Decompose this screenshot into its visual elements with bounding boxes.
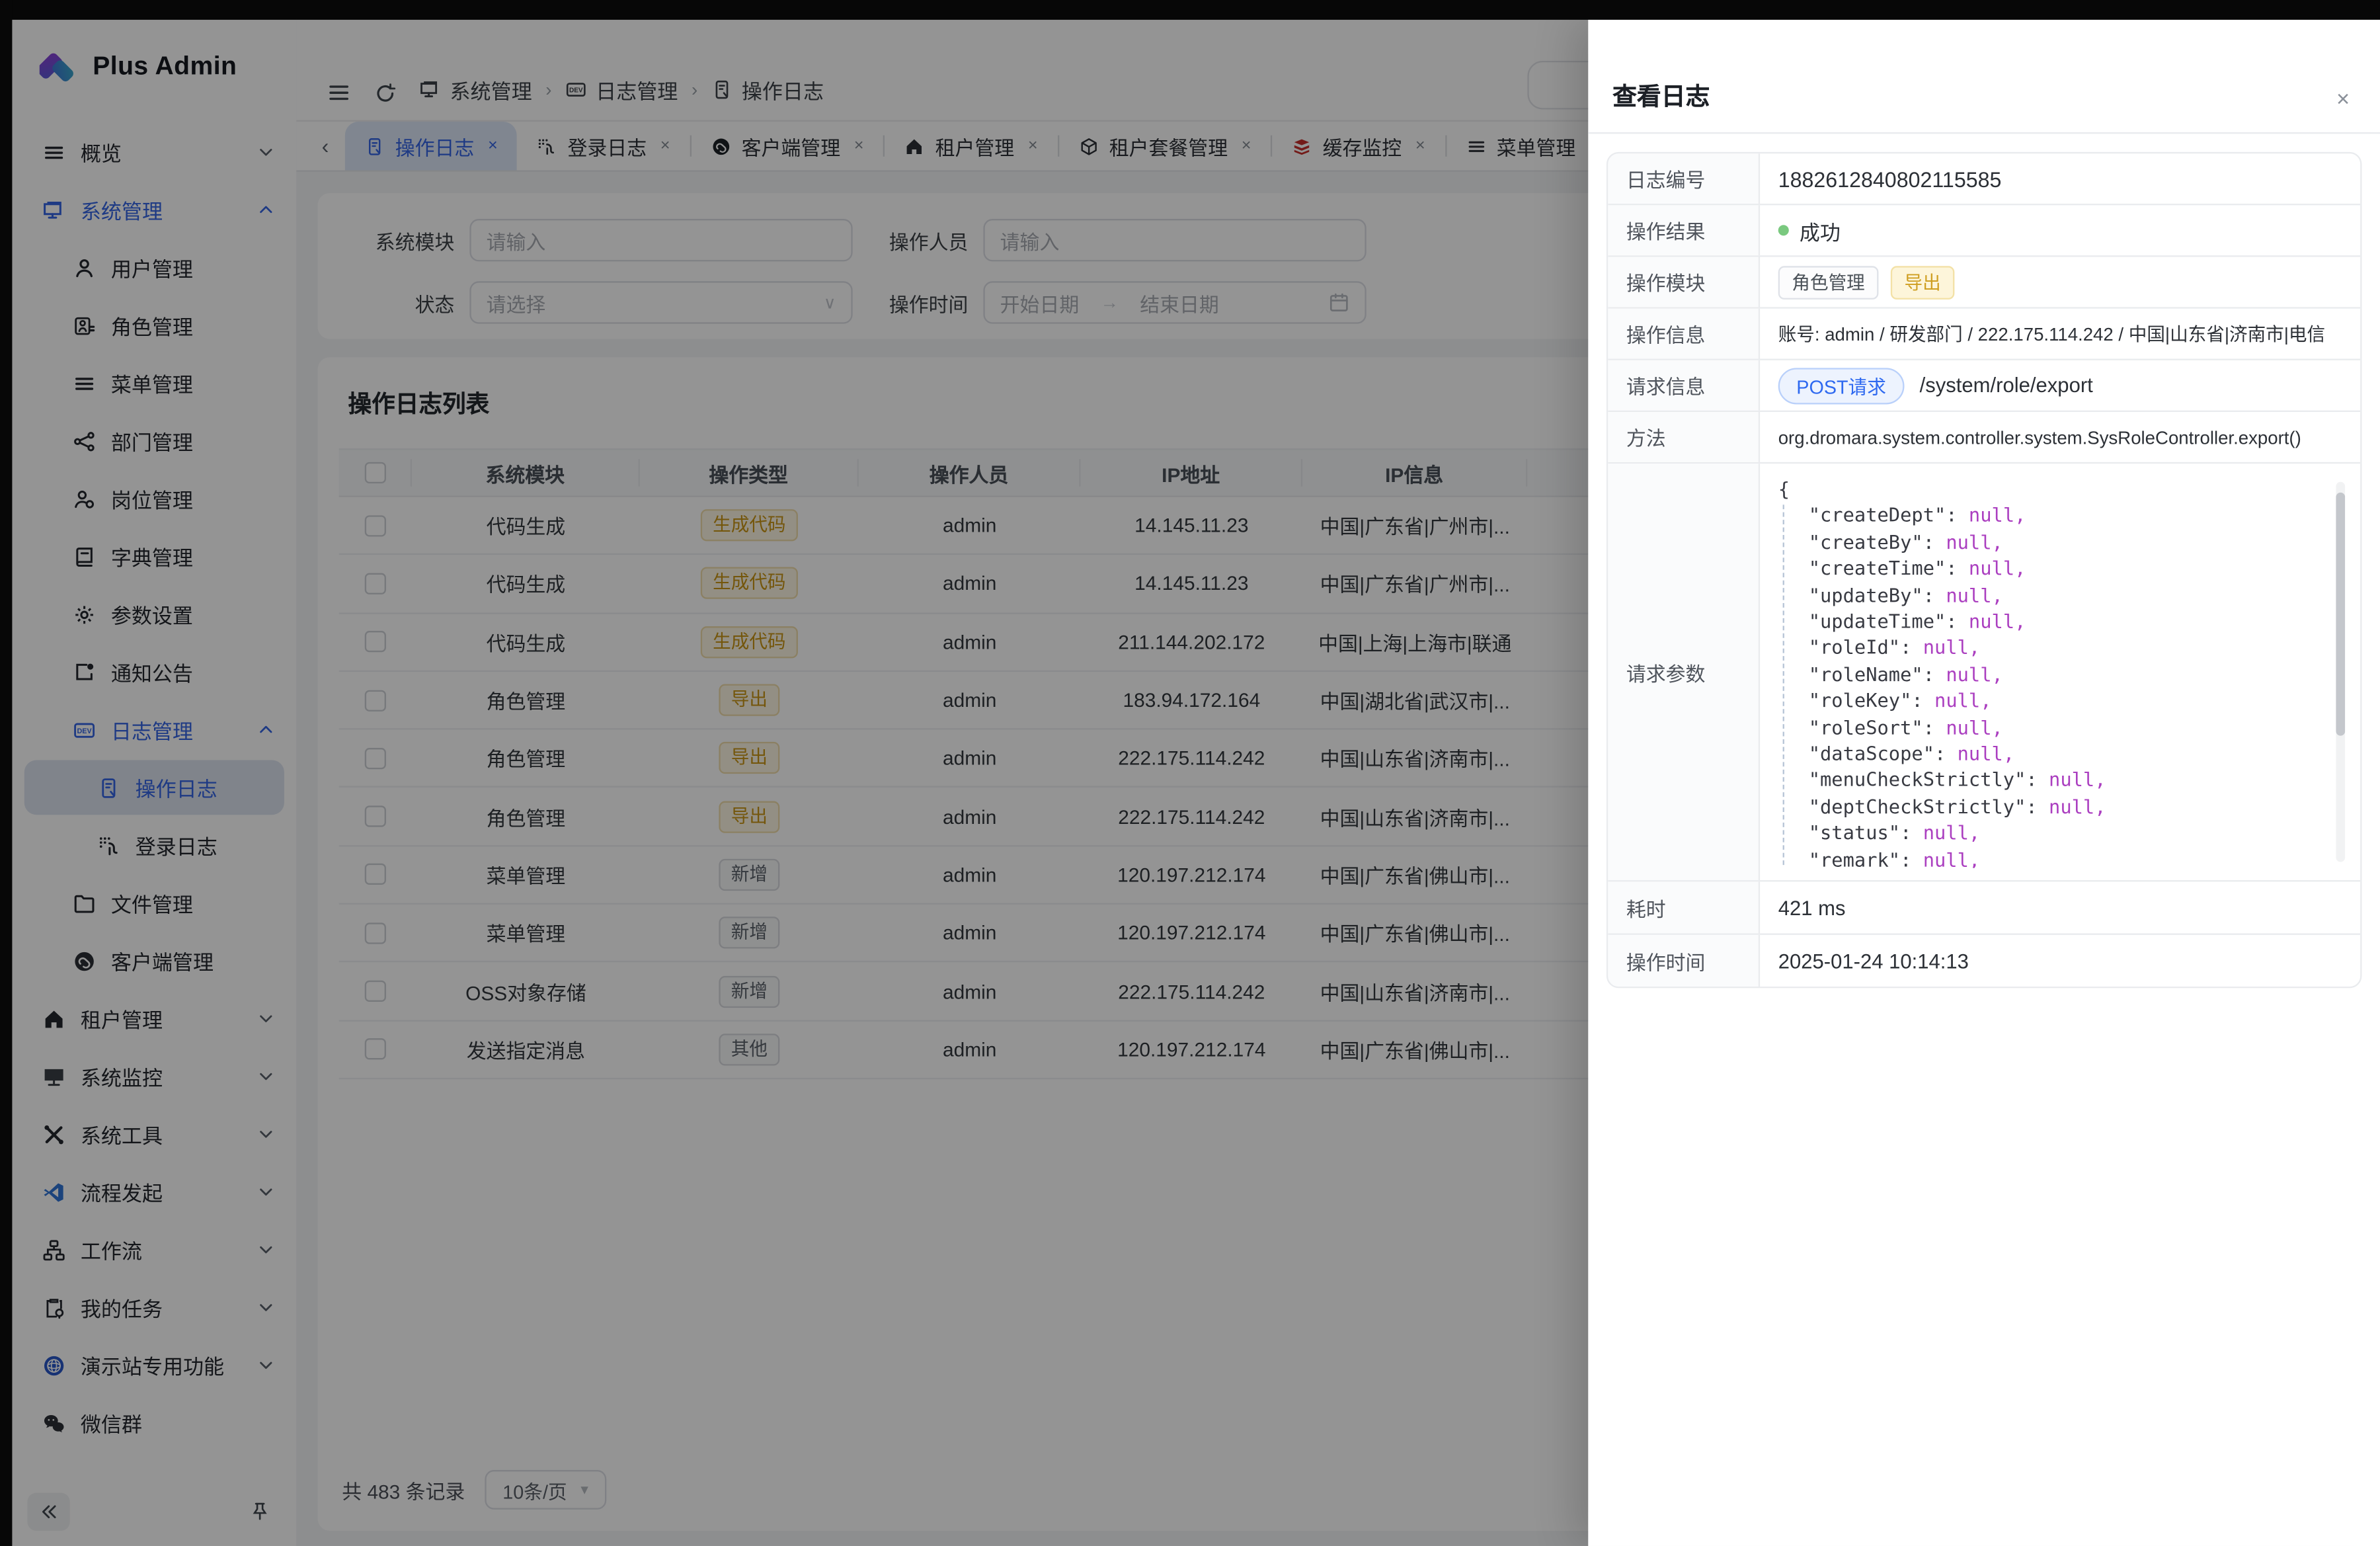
log-id-value: 1882612840802115585	[1760, 153, 2360, 204]
code-scrollbar[interactable]	[2336, 482, 2345, 862]
request-info-value: POST请求 /system/role/export	[1760, 360, 2360, 411]
window-top-edge	[0, 0, 2380, 20]
json-code-block[interactable]: { "createDept": null, "createBy": null, …	[1775, 476, 2345, 868]
detail-row-result: 操作结果 成功	[1608, 205, 2360, 257]
detail-row-time: 操作时间 2025-01-24 10:14:13	[1608, 935, 2360, 987]
detail-row-method: 方法 org.dromara.system.controller.system.…	[1608, 412, 2360, 464]
detail-row-duration: 耗时 421 ms	[1608, 881, 2360, 934]
request-params-value: { "createDept": null, "createBy": null, …	[1760, 464, 2360, 880]
detail-row-info: 操作信息 账号: admin / 研发部门 / 222.175.114.242 …	[1608, 309, 2360, 360]
detail-row-params: 请求参数 { "createDept": null, "createBy": n…	[1608, 464, 2360, 881]
operation-time-value: 2025-01-24 10:14:13	[1760, 935, 2360, 987]
drawer-title: 查看日志	[1612, 76, 1710, 112]
window-left-edge	[0, 0, 12, 1546]
request-url: /system/role/export	[1920, 374, 2093, 397]
app-window: Plus Admin 概览 系统管理 用户管理 角色管理	[0, 0, 2380, 1546]
detail-row-log-id: 日志编号 1882612840802115585	[1608, 153, 2360, 205]
duration-value: 421 ms	[1760, 881, 2360, 933]
post-request-tag: POST请求	[1778, 367, 1905, 403]
view-log-drawer: 查看日志 × 日志编号 1882612840802115585 操作结果 成功 …	[1588, 20, 2380, 1546]
drawer-header: 查看日志 ×	[1588, 20, 2380, 134]
action-tag: 导出	[1891, 265, 1955, 299]
module-tag: 角色管理	[1778, 265, 1879, 299]
indent-guide	[1783, 505, 1784, 865]
log-details-table: 日志编号 1882612840802115585 操作结果 成功 操作模块 角色…	[1606, 152, 2362, 988]
method-value: org.dromara.system.controller.system.Sys…	[1760, 412, 2360, 462]
detail-row-module: 操作模块 角色管理 导出	[1608, 257, 2360, 309]
code-scrollbar-thumb[interactable]	[2336, 493, 2345, 736]
close-icon[interactable]: ×	[2336, 87, 2350, 112]
operation-info-value: 账号: admin / 研发部门 / 222.175.114.242 / 中国|…	[1760, 309, 2360, 359]
result-value: 成功	[1760, 205, 2360, 255]
modal-backdrop[interactable]	[0, 0, 1588, 1546]
detail-row-request: 请求信息 POST请求 /system/role/export	[1608, 360, 2360, 412]
module-tags: 角色管理 导出	[1760, 257, 2360, 307]
success-dot-icon	[1778, 225, 1789, 235]
